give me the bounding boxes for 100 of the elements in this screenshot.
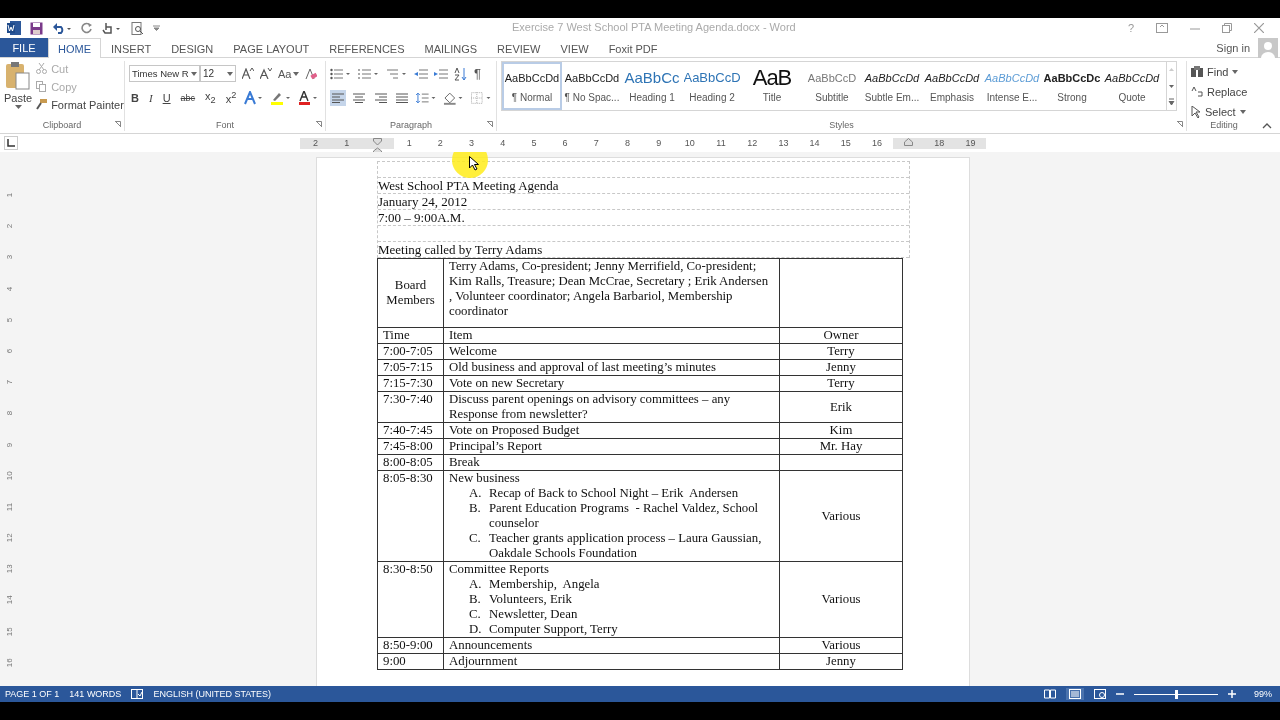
table-cell: 9:00 [377,653,444,670]
dialog-launcher-icon[interactable] [1177,121,1183,127]
caret-icon [14,105,22,109]
style-item[interactable]: AaBbCc Heading 1 [622,62,682,110]
table-cell: Various [779,637,903,654]
group-label: Editing [1210,120,1238,130]
clear-formatting-icon[interactable] [305,67,318,80]
customize-caret-icon[interactable] [153,25,160,31]
format-painter-button[interactable]: Format Painter [36,97,124,112]
paste-button[interactable]: Paste [4,61,33,118]
list-item-text: Teacher grants application process – Laura Gaussian, Oakdale Schools Foundation [489,531,763,561]
save-icon[interactable] [30,21,43,35]
format-button[interactable]: U [160,91,173,104]
horizontal-ruler: 2 1 1 2 3 4 5 6 7 8 9 10 11 12 13 14 15 16 18 19 [300,137,987,149]
binoculars-icon [1191,66,1203,77]
print-preview-icon[interactable] [131,21,144,35]
restore-icon[interactable] [1222,23,1232,33]
redo-icon[interactable] [81,22,93,34]
style-item[interactable]: AaBbCcDd ¶ Normal [502,62,562,110]
show-marks-button[interactable]: ¶ [474,66,481,81]
copy-icon [36,81,48,92]
table-cell: Welcome [443,343,780,360]
find-button[interactable]: Find [1191,64,1257,79]
ribbon-display-icon[interactable] [1156,23,1168,33]
document-text: 7:00 – 9:00A.M. [378,210,465,225]
web-layout-icon[interactable] [1094,689,1106,699]
replace-icon [1191,86,1203,97]
multilevel-list-icon[interactable] [386,67,408,80]
format-button[interactable]: abc [178,92,198,103]
dialog-launcher-icon[interactable] [316,121,322,127]
table-cell: Erik [779,391,903,423]
grow-font-icon[interactable] [242,68,254,79]
font-size-field[interactable]: 12 [200,65,236,82]
style-item[interactable]: AaBbCcDd Emphasis [922,62,982,110]
right-indent-marker-icon[interactable] [903,137,913,146]
list-item-text: Parent Education Programs - Rachel Valdez, School counselor [489,501,760,531]
proofing-icon[interactable] [131,689,144,699]
font-name-field[interactable]: Times New R [129,65,200,82]
undo-icon[interactable] [52,22,72,34]
change-case-button[interactable]: Aa [278,67,300,80]
read-mode-icon[interactable] [1044,689,1056,699]
zoom-in-icon[interactable] [1228,690,1236,698]
ribbon-tab[interactable]: PAGE LAYOUT [223,38,320,58]
list-item-text: Membership, Angela [489,577,600,592]
style-item[interactable]: AaBbCcD Subtitle [802,62,862,110]
caret-icon [1239,109,1246,114]
ribbon-tab[interactable]: MAILINGS [414,38,488,58]
ribbon-tab[interactable]: Foxit PDF [598,38,668,58]
highlight-color-icon[interactable] [270,90,293,105]
table-cell: Mr. Hay [779,438,903,455]
touch-mode-icon[interactable] [102,21,122,35]
format-button[interactable]: x$_{2}$ [203,89,218,106]
ribbon-tab[interactable]: INSERT [101,38,162,58]
text-effects-icon[interactable] [244,90,265,105]
align-left-icon[interactable] [330,89,346,106]
collapse-ribbon-icon[interactable] [1262,123,1272,129]
shrink-font-icon[interactable] [260,68,272,79]
style-item[interactable]: AaBbCcDd Intense E... [982,62,1042,110]
ribbon-tab[interactable]: HOME [48,38,101,58]
more-styles-icon[interactable] [1167,96,1176,108]
word-count[interactable]: 141 WORDS [69,689,122,699]
line-spacing-icon[interactable] [416,91,438,104]
zoom-out-icon[interactable] [1116,690,1124,698]
style-item[interactable]: AaBbCcDc Strong [1042,62,1102,110]
zoom-level[interactable]: 99% [1254,689,1272,699]
decrease-indent-icon[interactable] [414,67,428,80]
file-tab[interactable]: FILE [0,38,48,57]
table-cell: 8:00-8:05 [377,454,444,471]
dialog-launcher-icon[interactable] [487,121,493,127]
ribbon-tab[interactable]: DESIGN [161,38,224,58]
table-cell: Terry [779,375,903,392]
vertical-ruler: 1 2 3 4 5 6 7 8 9 10 11 12 13 14 15 16 [3,191,15,669]
close-icon[interactable] [1254,23,1264,33]
format-button[interactable]: x$^{2}$ [223,90,239,105]
language-indicator[interactable]: ENGLISH (UNITED STATES) [153,689,272,699]
ribbon-tab[interactable]: REVIEW [487,38,551,58]
table-cell: 7:05-7:15 [377,359,444,376]
ribbon-tab[interactable]: REFERENCES [319,38,415,58]
tab-selector-icon[interactable] [4,136,18,150]
print-layout-icon[interactable] [1066,688,1084,700]
replace-button[interactable]: Replace [1191,84,1257,99]
select-button[interactable]: Select [1191,104,1257,119]
format-button[interactable]: B [129,91,141,104]
shading-icon[interactable] [443,90,465,105]
style-item[interactable]: AaBbCcDd Subtle Em... [862,62,922,110]
increase-indent-icon[interactable] [434,67,448,80]
dialog-launcher-icon[interactable] [115,121,121,127]
page-count[interactable]: PAGE 1 OF 1 [5,689,60,699]
ribbon-tab[interactable]: VIEW [550,38,599,58]
sort-icon[interactable] [454,66,468,81]
list-marker: B. [469,501,482,517]
table-cell: Break [443,454,780,471]
bullets-icon[interactable] [330,67,352,80]
style-item[interactable]: AaBbCcDd Quote [1102,62,1162,110]
format-button[interactable]: I [146,91,155,104]
style-item[interactable]: AaBbCcD Heading 2 [682,62,742,110]
style-item[interactable]: AaB Title [742,62,802,110]
sign-in-link[interactable]: Sign in [1216,38,1258,57]
style-item[interactable]: AaBbCcDd ¶ No Spac... [562,62,622,110]
document-text: Meeting called by Terry Adams [378,242,543,257]
